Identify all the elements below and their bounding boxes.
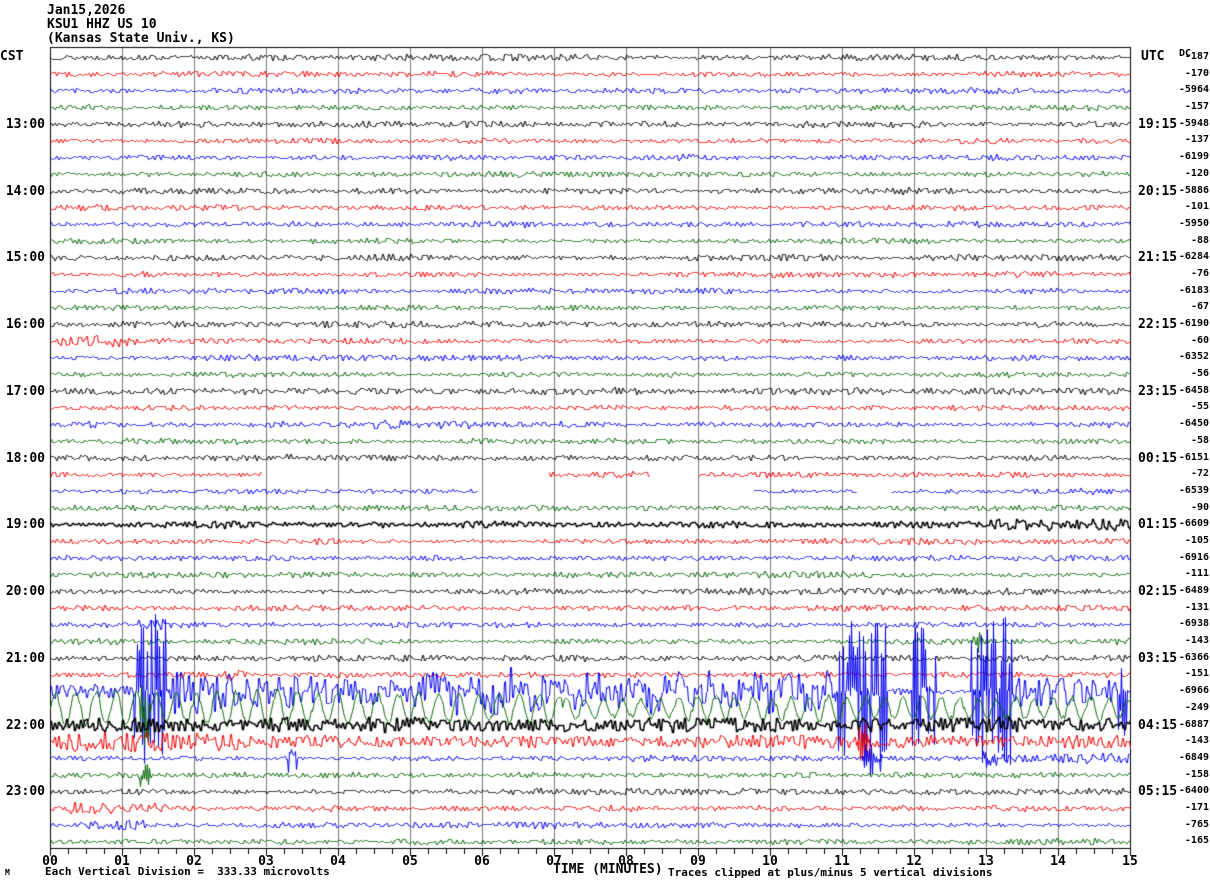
dc-offset-value: -6916 — [1165, 553, 1209, 563]
dc-offset-value: -72 — [1165, 469, 1209, 479]
dc-offset-value: -131 — [1165, 603, 1209, 613]
title-station: KSU1 HHZ US 10 — [47, 18, 157, 31]
dc-offset-value: -6151 — [1165, 453, 1209, 463]
dc-offset-value: -6458 — [1165, 386, 1209, 396]
cst-hour-label: 13:00 — [0, 118, 45, 131]
dc-offset-value: -6366 — [1165, 653, 1209, 663]
dc-offset-value: -249 — [1165, 703, 1209, 713]
dc-offset-value: -5948 — [1165, 119, 1209, 129]
cst-hour-label: 23:00 — [0, 785, 45, 798]
dc-offset-value: -88 — [1165, 236, 1209, 246]
dc-offset-value: -6450 — [1165, 419, 1209, 429]
dc-offset-value: -6489 — [1165, 586, 1209, 596]
cst-hour-label: 14:00 — [0, 185, 45, 198]
left-timezone-label: CST — [0, 50, 23, 63]
seismogram-plot-canvas — [0, 0, 1210, 886]
cst-hour-label: 22:00 — [0, 719, 45, 732]
dc-offset-value: -55 — [1165, 402, 1209, 412]
dc-offset-value: -143 — [1165, 736, 1209, 746]
dc-offset-value: -90 — [1165, 503, 1209, 513]
dc-offset-value: -6938 — [1165, 619, 1209, 629]
dc-offset-value: -165 — [1165, 836, 1209, 846]
footer-clip-note: Traces clipped at plus/minus 5 vertical … — [668, 867, 993, 878]
dc-offset-value: -187 — [1165, 52, 1209, 62]
x-tick-label: 15 — [1112, 855, 1148, 868]
x-axis-title: TIME (MINUTES) — [553, 863, 663, 876]
cst-hour-label: 21:00 — [0, 652, 45, 665]
x-tick-label: 05 — [392, 855, 428, 868]
dc-offset-value: -6199 — [1165, 152, 1209, 162]
dc-offset-value: -143 — [1165, 636, 1209, 646]
dc-offset-value: -137 — [1165, 135, 1209, 145]
dc-offset-value: -56 — [1165, 369, 1209, 379]
helicorder-screen: Jan15,2026 KSU1 HHZ US 10 (Kansas State … — [0, 0, 1210, 886]
dc-offset-value: -6183 — [1165, 286, 1209, 296]
dc-offset-value: -6966 — [1165, 686, 1209, 696]
corner-glyph: M — [5, 869, 10, 877]
footer-scale-note: Each Vertical Division = 333.33 microvol… — [45, 866, 330, 877]
cst-hour-label: 16:00 — [0, 318, 45, 331]
dc-offset-value: -58 — [1165, 436, 1209, 446]
right-timezone-label: UTC — [1141, 50, 1164, 63]
dc-offset-value: -5886 — [1165, 186, 1209, 196]
dc-offset-value: -6609 — [1165, 519, 1209, 529]
dc-offset-value: -6352 — [1165, 352, 1209, 362]
dc-offset-value: -5950 — [1165, 219, 1209, 229]
cst-hour-label: 15:00 — [0, 251, 45, 264]
dc-offset-value: -60 — [1165, 336, 1209, 346]
dc-offset-value: -171 — [1165, 803, 1209, 813]
dc-offset-value: -157 — [1165, 102, 1209, 112]
dc-offset-value: -101 — [1165, 202, 1209, 212]
dc-offset-value: -5964 — [1165, 85, 1209, 95]
title-location: (Kansas State Univ., KS) — [47, 32, 235, 45]
dc-offset-value: -6849 — [1165, 753, 1209, 763]
dc-offset-value: -6887 — [1165, 720, 1209, 730]
dc-offset-value: -765 — [1165, 820, 1209, 830]
dc-offset-value: -105 — [1165, 536, 1209, 546]
dc-offset-value: -111 — [1165, 569, 1209, 579]
x-tick-label: 06 — [464, 855, 500, 868]
dc-offset-value: -158 — [1165, 770, 1209, 780]
dc-offset-value: -67 — [1165, 302, 1209, 312]
cst-hour-label: 17:00 — [0, 385, 45, 398]
cst-hour-label: 20:00 — [0, 585, 45, 598]
x-tick-label: 14 — [1040, 855, 1076, 868]
dc-offset-value: -6400 — [1165, 786, 1209, 796]
cst-hour-label: 18:00 — [0, 452, 45, 465]
dc-offset-value: -120 — [1165, 169, 1209, 179]
dc-offset-value: -6190 — [1165, 319, 1209, 329]
cst-hour-label: 19:00 — [0, 518, 45, 531]
dc-offset-value: -151 — [1165, 669, 1209, 679]
title-date: Jan15,2026 — [47, 4, 125, 17]
dc-offset-value: -76 — [1165, 269, 1209, 279]
dc-offset-value: -6284 — [1165, 252, 1209, 262]
dc-offset-value: -6539 — [1165, 486, 1209, 496]
dc-offset-value: -170 — [1165, 69, 1209, 79]
